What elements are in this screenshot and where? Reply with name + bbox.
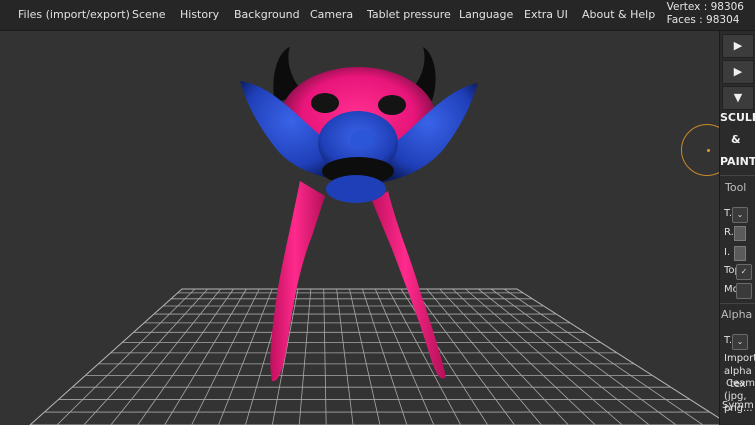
- grid-line: [110, 288, 221, 425]
- menu-bar: Files (import/export) Scene History Back…: [0, 0, 755, 31]
- alpha-import-label-2[interactable]: alpha: [724, 366, 752, 377]
- sculpt-viewport[interactable]: [0, 31, 719, 425]
- sculpt-side-panel: ▶ ▶ ▼ SCULP & PAINT Tool T. ⌄ R. I. Topo…: [719, 31, 755, 425]
- grid-line: [298, 288, 312, 425]
- floor-grid: [29, 288, 719, 425]
- face-count: Faces : 98304: [666, 14, 740, 26]
- grid-line: [336, 288, 354, 425]
- menu-camera[interactable]: Camera: [310, 8, 353, 21]
- alpha-type-label: T.: [724, 335, 733, 346]
- panel-title-line2[interactable]: &: [731, 133, 755, 146]
- left-leg: [270, 181, 325, 382]
- tool-type-label: T.: [724, 208, 733, 219]
- tool-dropdown-chevron-icon[interactable]: ⌄: [732, 207, 748, 223]
- grid-line: [490, 288, 677, 425]
- nose: [350, 130, 374, 148]
- menu-history[interactable]: History: [180, 8, 219, 21]
- grid-line: [323, 288, 327, 425]
- alpha-import-label[interactable]: Import: [724, 353, 755, 364]
- viewport-canvas[interactable]: [0, 31, 719, 425]
- alpha-import-label-5[interactable]: png...: [724, 403, 753, 414]
- grid-line: [164, 288, 247, 425]
- panel-title-line3[interactable]: PAINT: [720, 155, 755, 168]
- menu-about-help[interactable]: About & Help: [582, 8, 655, 21]
- grid-line: [56, 288, 196, 425]
- panel-title-line1[interactable]: SCULP: [720, 111, 755, 124]
- vertex-count: Vertex : 98306: [666, 1, 744, 13]
- collapse-arrow-icon[interactable]: ▼: [722, 86, 754, 110]
- expand-arrow-1-icon[interactable]: ▶: [722, 34, 754, 58]
- menu-background[interactable]: Background: [234, 8, 300, 21]
- radius-slider[interactable]: [734, 226, 746, 241]
- menu-language[interactable]: Language: [459, 8, 513, 21]
- move-checkbox[interactable]: [736, 283, 752, 299]
- divider: [720, 303, 755, 304]
- alpha-import-label-3[interactable]: tex: [730, 379, 746, 390]
- intensity-label: I.: [724, 247, 731, 258]
- alpha-header: Alpha: [721, 308, 753, 321]
- mesh-stats: Vertex : 98306 Faces : 98304: [667, 1, 744, 27]
- topology-checkbox[interactable]: ✓: [736, 264, 752, 280]
- alpha-dropdown-chevron-icon[interactable]: ⌄: [732, 334, 748, 350]
- brush-cursor-center: [707, 149, 710, 152]
- grid-line: [362, 288, 408, 425]
- expand-arrow-2-icon[interactable]: ▶: [722, 60, 754, 84]
- grid-line: [137, 288, 234, 425]
- grid-line: [503, 288, 704, 425]
- tool-header: Tool: [725, 181, 747, 194]
- divider: [720, 175, 755, 176]
- intensity-slider[interactable]: [734, 246, 746, 261]
- grid-line: [191, 288, 260, 425]
- grid-line: [413, 288, 515, 425]
- grid-line: [465, 288, 623, 425]
- grid-line: [349, 288, 381, 425]
- menu-tablet-pressure[interactable]: Tablet pressure: [367, 8, 451, 21]
- left-eye: [311, 93, 339, 113]
- chin: [326, 175, 386, 203]
- menu-files[interactable]: Files (import/export): [18, 8, 130, 21]
- grid-line: [83, 288, 209, 425]
- right-eye: [378, 95, 406, 115]
- menu-extra-ui[interactable]: Extra UI: [524, 8, 568, 21]
- right-leg: [372, 191, 446, 379]
- menu-scene[interactable]: Scene: [132, 8, 166, 21]
- grid-line: [218, 288, 273, 425]
- radius-label: R.: [724, 227, 734, 238]
